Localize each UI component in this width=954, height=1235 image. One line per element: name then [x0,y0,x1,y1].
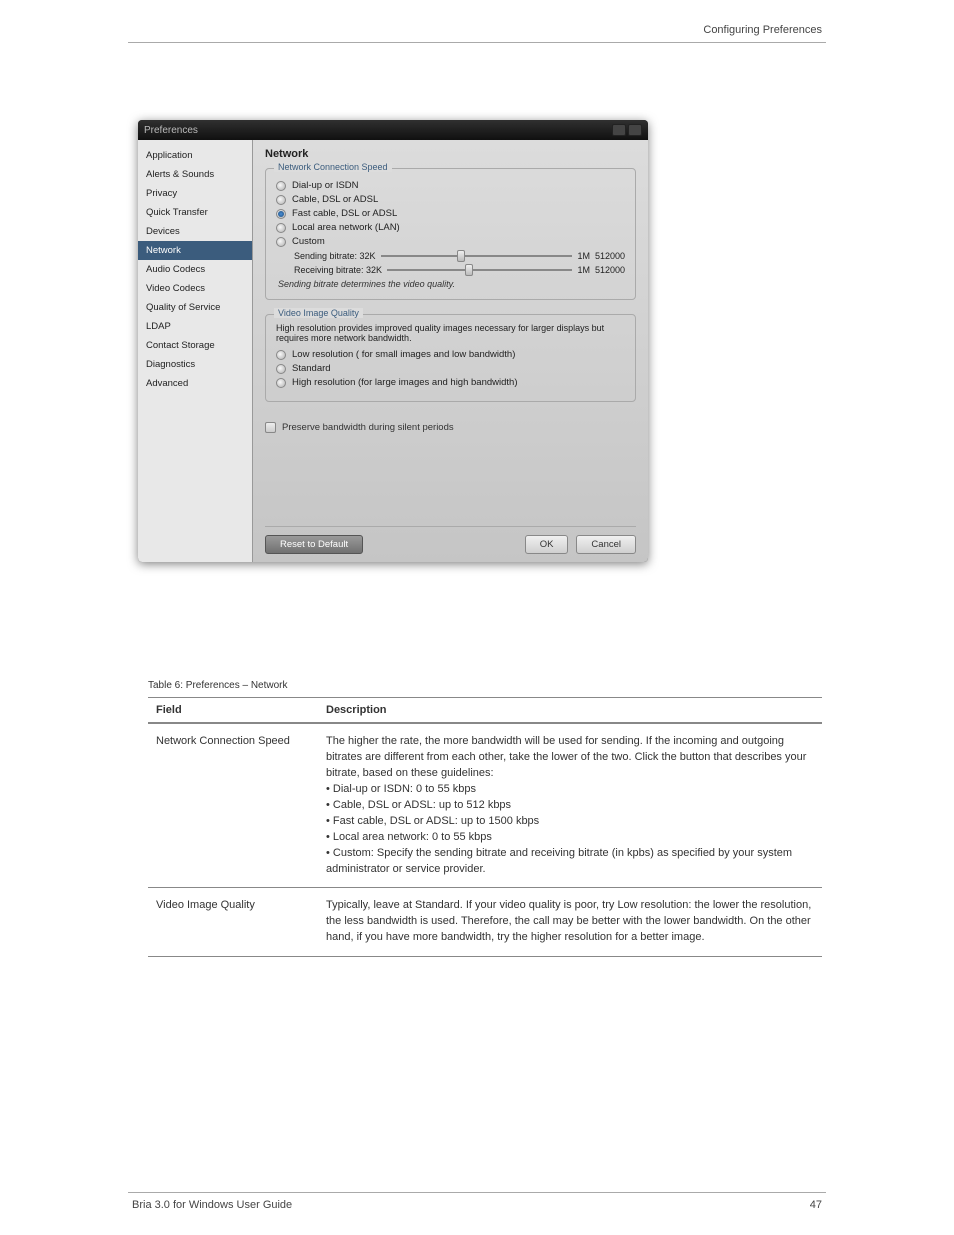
sidebar: Application Alerts & Sounds Privacy Quic… [138,140,253,562]
sidebar-item-video-codecs[interactable]: Video Codecs [138,279,252,298]
sidebar-item-qos[interactable]: Quality of Service [138,298,252,317]
slider-max: 1M [577,265,590,275]
bitrate-hint: Sending bitrate determines the video qua… [278,279,625,289]
sidebar-item-contact-storage[interactable]: Contact Storage [138,336,252,355]
radio-label: High resolution (for large images and hi… [292,377,518,388]
reference-table: Table 6: Preferences – Network Field Des… [148,680,822,957]
radio-icon [276,209,286,219]
th-description: Description [318,698,822,724]
radio-icon [276,364,286,374]
cancel-button[interactable]: Cancel [576,535,636,554]
radio-label: Local area network (LAN) [292,222,400,233]
table-row: Network Connection Speed The higher the … [148,723,822,888]
radio-high-res[interactable]: High resolution (for large images and hi… [276,377,625,388]
radio-label: Dial-up or ISDN [292,180,359,191]
radio-cable[interactable]: Cable, DSL or ADSL [276,194,625,205]
radio-label: Custom [292,236,325,247]
receiving-bitrate-slider[interactable]: Receiving bitrate: 32K 1M 512000 [294,265,625,275]
cell-field: Network Connection Speed [148,723,318,888]
table-caption: Table 6: Preferences – Network [148,680,822,691]
slider-value: 512000 [595,265,625,275]
radio-label: Cable, DSL or ADSL [292,194,378,205]
radio-dialup[interactable]: Dial-up or ISDN [276,180,625,191]
sidebar-item-ldap[interactable]: LDAP [138,317,252,336]
radio-lan[interactable]: Local area network (LAN) [276,222,625,233]
ok-button[interactable]: OK [525,535,569,554]
radio-custom[interactable]: Custom [276,236,625,247]
cell-field: Video Image Quality [148,888,318,957]
footer-rule [128,1192,826,1193]
radio-low-res[interactable]: Low resolution ( for small images and lo… [276,349,625,360]
group-video-quality: Video Image Quality High resolution prov… [265,314,636,402]
close-icon[interactable] [628,124,642,136]
radio-label: Low resolution ( for small images and lo… [292,349,515,360]
checkbox-icon [265,422,276,433]
footer-left: Bria 3.0 for Windows User Guide [132,1199,292,1211]
radio-icon [276,350,286,360]
main-panel: Network Network Connection Speed Dial-up… [253,140,648,562]
reset-button[interactable]: Reset to Default [265,535,363,554]
titlebar: Preferences [138,120,648,140]
sidebar-item-audio-codecs[interactable]: Audio Codecs [138,260,252,279]
slider-label: Sending bitrate: 32K [294,251,376,261]
radio-icon [276,223,286,233]
window-title: Preferences [144,125,198,136]
slider-label: Receiving bitrate: 32K [294,265,382,275]
sidebar-item-alerts[interactable]: Alerts & Sounds [138,165,252,184]
sidebar-item-devices[interactable]: Devices [138,222,252,241]
group-connection-speed: Network Connection Speed Dial-up or ISDN… [265,168,636,300]
panel-heading: Network [265,148,636,160]
radio-label: Fast cable, DSL or ADSL [292,208,397,219]
slider-thumb-icon[interactable] [465,264,473,276]
slider-max: 1M [577,251,590,261]
sidebar-item-advanced[interactable]: Advanced [138,374,252,393]
table-row: Video Image Quality Typically, leave at … [148,888,822,957]
footer-page-number: 47 [810,1199,822,1211]
sidebar-item-network[interactable]: Network [138,241,252,260]
preferences-dialog: Preferences Application Alerts & Sounds … [138,120,648,562]
page-header: Configuring Preferences [703,24,822,36]
slider-track[interactable] [387,269,572,271]
legend-connection-speed: Network Connection Speed [274,162,392,172]
radio-icon [276,378,286,388]
minimize-icon[interactable] [612,124,626,136]
video-quality-desc: High resolution provides improved qualit… [276,323,625,343]
radio-icon [276,181,286,191]
checkbox-label: Preserve bandwidth during silent periods [282,422,454,433]
radio-icon [276,195,286,205]
button-bar: Reset to Default OK Cancel [265,526,636,554]
radio-standard[interactable]: Standard [276,363,625,374]
radio-fast-cable[interactable]: Fast cable, DSL or ADSL [276,208,625,219]
preserve-bandwidth-checkbox[interactable]: Preserve bandwidth during silent periods [265,422,636,433]
header-rule [128,42,826,43]
radio-label: Standard [292,363,331,374]
slider-value: 512000 [595,251,625,261]
sending-bitrate-slider[interactable]: Sending bitrate: 32K 1M 512000 [294,251,625,261]
sidebar-item-diagnostics[interactable]: Diagnostics [138,355,252,374]
th-field: Field [148,698,318,724]
cell-description: Typically, leave at Standard. If your vi… [318,888,822,957]
sidebar-item-privacy[interactable]: Privacy [138,184,252,203]
sidebar-item-quick-transfer[interactable]: Quick Transfer [138,203,252,222]
sidebar-item-application[interactable]: Application [138,146,252,165]
slider-thumb-icon[interactable] [457,250,465,262]
cell-description: The higher the rate, the more bandwidth … [318,723,822,888]
legend-video-quality: Video Image Quality [274,308,363,318]
slider-track[interactable] [381,255,573,257]
radio-icon [276,237,286,247]
